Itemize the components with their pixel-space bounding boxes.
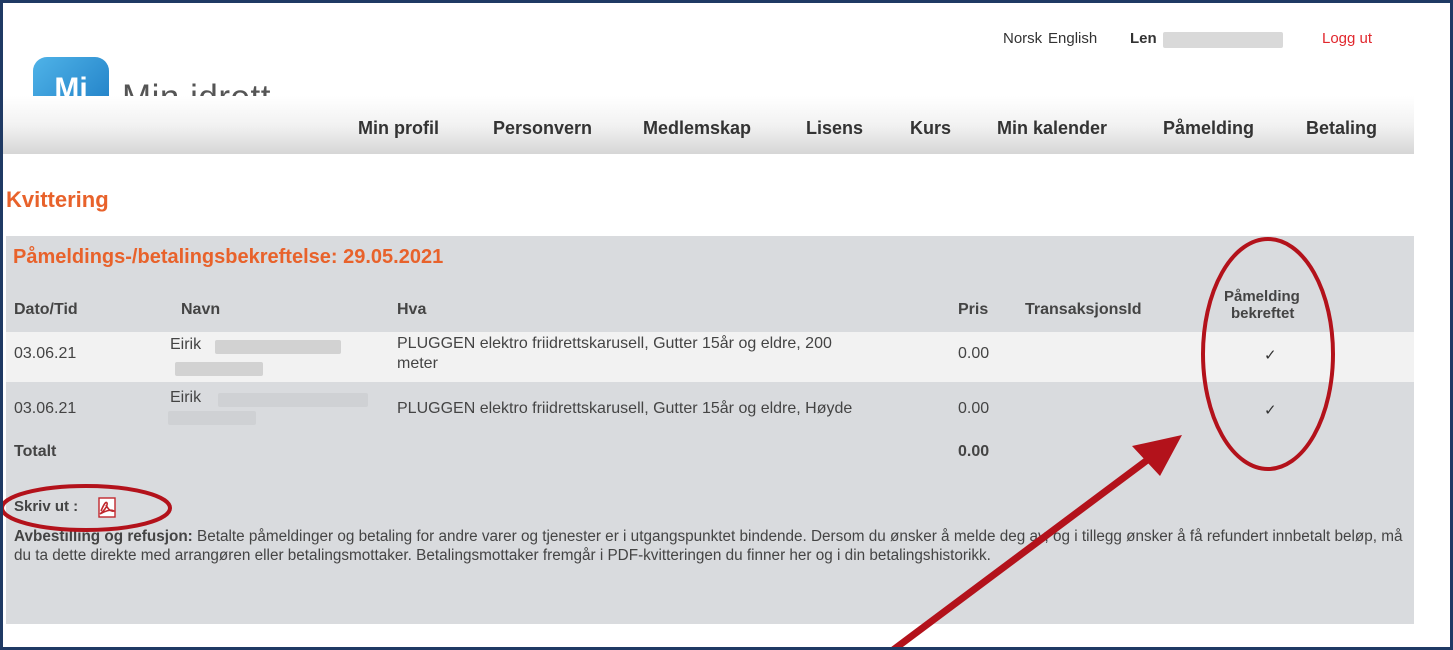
nav-item-pamelding[interactable]: Påmelding xyxy=(1163,118,1254,139)
row1-what-line1: PLUGGEN elektro friidrettskarusell, Gutt… xyxy=(397,335,832,352)
column-header-what: Hva xyxy=(397,301,427,318)
total-value: 0.00 xyxy=(958,443,990,460)
refund-note-text: Betalte påmeldinger og betaling for andr… xyxy=(14,528,1403,564)
row2-confirmed-check-icon: ✓ xyxy=(1264,402,1277,419)
nav-item-min-kalender[interactable]: Min kalender xyxy=(997,118,1107,139)
receipt-panel xyxy=(6,236,1414,624)
redacted-user-name xyxy=(1163,32,1283,48)
nav-item-min-profil[interactable]: Min profil xyxy=(358,118,439,139)
row1-name-redaction xyxy=(215,340,341,354)
column-header-price: Pris xyxy=(958,301,989,318)
nav-item-lisens[interactable]: Lisens xyxy=(806,118,863,139)
receipt-title: Påmeldings-/betalingsbekreftelse: 29.05.… xyxy=(13,246,444,268)
pdf-icon[interactable] xyxy=(97,497,119,524)
row1-confirmed-check-icon: ✓ xyxy=(1264,347,1277,364)
column-header-confirmed-line1: Påmelding xyxy=(1224,288,1300,305)
print-label: Skriv ut : xyxy=(14,498,79,515)
row1-name: Eirik xyxy=(170,336,202,353)
refund-note-label: Avbestilling og refusjon: xyxy=(14,528,193,545)
nav-item-medlemskap[interactable]: Medlemskap xyxy=(643,118,751,139)
row2-what-line1: PLUGGEN elektro friidrettskarusell, Gutt… xyxy=(397,400,853,417)
row1-date: 03.06.21 xyxy=(14,345,77,362)
row2-name-redaction-2 xyxy=(168,411,256,425)
nav-item-personvern[interactable]: Personvern xyxy=(493,118,592,139)
row1-what-line2: meter xyxy=(397,355,438,372)
page-title: Kvittering xyxy=(6,187,109,212)
nav-item-kurs[interactable]: Kurs xyxy=(910,118,951,139)
user-name[interactable]: Len xyxy=(1130,30,1157,47)
column-header-date: Dato/Tid xyxy=(14,301,78,318)
refund-note: Avbestilling og refusjon: Betalte påmeld… xyxy=(14,527,1414,565)
row1-name-redaction-2 xyxy=(175,362,263,376)
row2-date: 03.06.21 xyxy=(14,400,77,417)
row2-name-redaction xyxy=(218,393,368,407)
column-header-transaction: TransaksjonsId xyxy=(1025,301,1142,318)
nav-item-betaling[interactable]: Betaling xyxy=(1306,118,1377,139)
language-norsk-link[interactable]: Norsk xyxy=(1003,30,1042,47)
row2-price: 0.00 xyxy=(958,400,990,417)
language-english-link[interactable]: English xyxy=(1048,30,1097,47)
column-header-confirmed-line2: bekreftet xyxy=(1231,305,1295,322)
column-header-name: Navn xyxy=(181,301,221,318)
logout-link[interactable]: Logg ut xyxy=(1322,30,1372,47)
total-label: Totalt xyxy=(14,443,57,460)
row1-price: 0.00 xyxy=(958,345,990,362)
row2-name: Eirik xyxy=(170,389,202,406)
